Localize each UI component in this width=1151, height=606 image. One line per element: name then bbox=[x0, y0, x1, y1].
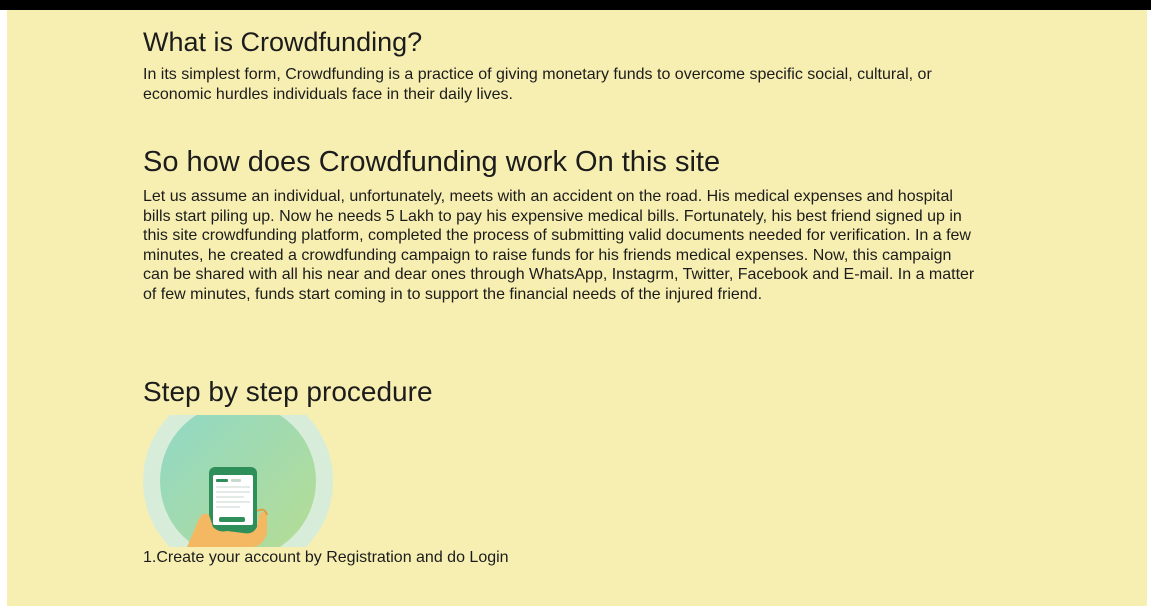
what-is-crowdfunding-heading: What is Crowdfunding? bbox=[143, 27, 423, 57]
how-it-works-heading: So how does Crowdfunding work On this si… bbox=[143, 146, 721, 178]
step-by-step-heading: Step by step procedure bbox=[143, 376, 433, 407]
phone-in-hand-icon bbox=[143, 386, 333, 576]
top-bar bbox=[0, 0, 1151, 10]
how-it-works-text: Let us assume an individual, unfortunate… bbox=[143, 188, 975, 303]
what-is-crowdfunding-text: In its simplest form, Crowdfunding is a … bbox=[143, 66, 932, 103]
step-1-caption: 1.Create your account by Registration an… bbox=[143, 549, 509, 566]
step-1-illustration bbox=[143, 386, 333, 576]
page-content: What is Crowdfunding? In its simplest fo… bbox=[7, 10, 1147, 606]
